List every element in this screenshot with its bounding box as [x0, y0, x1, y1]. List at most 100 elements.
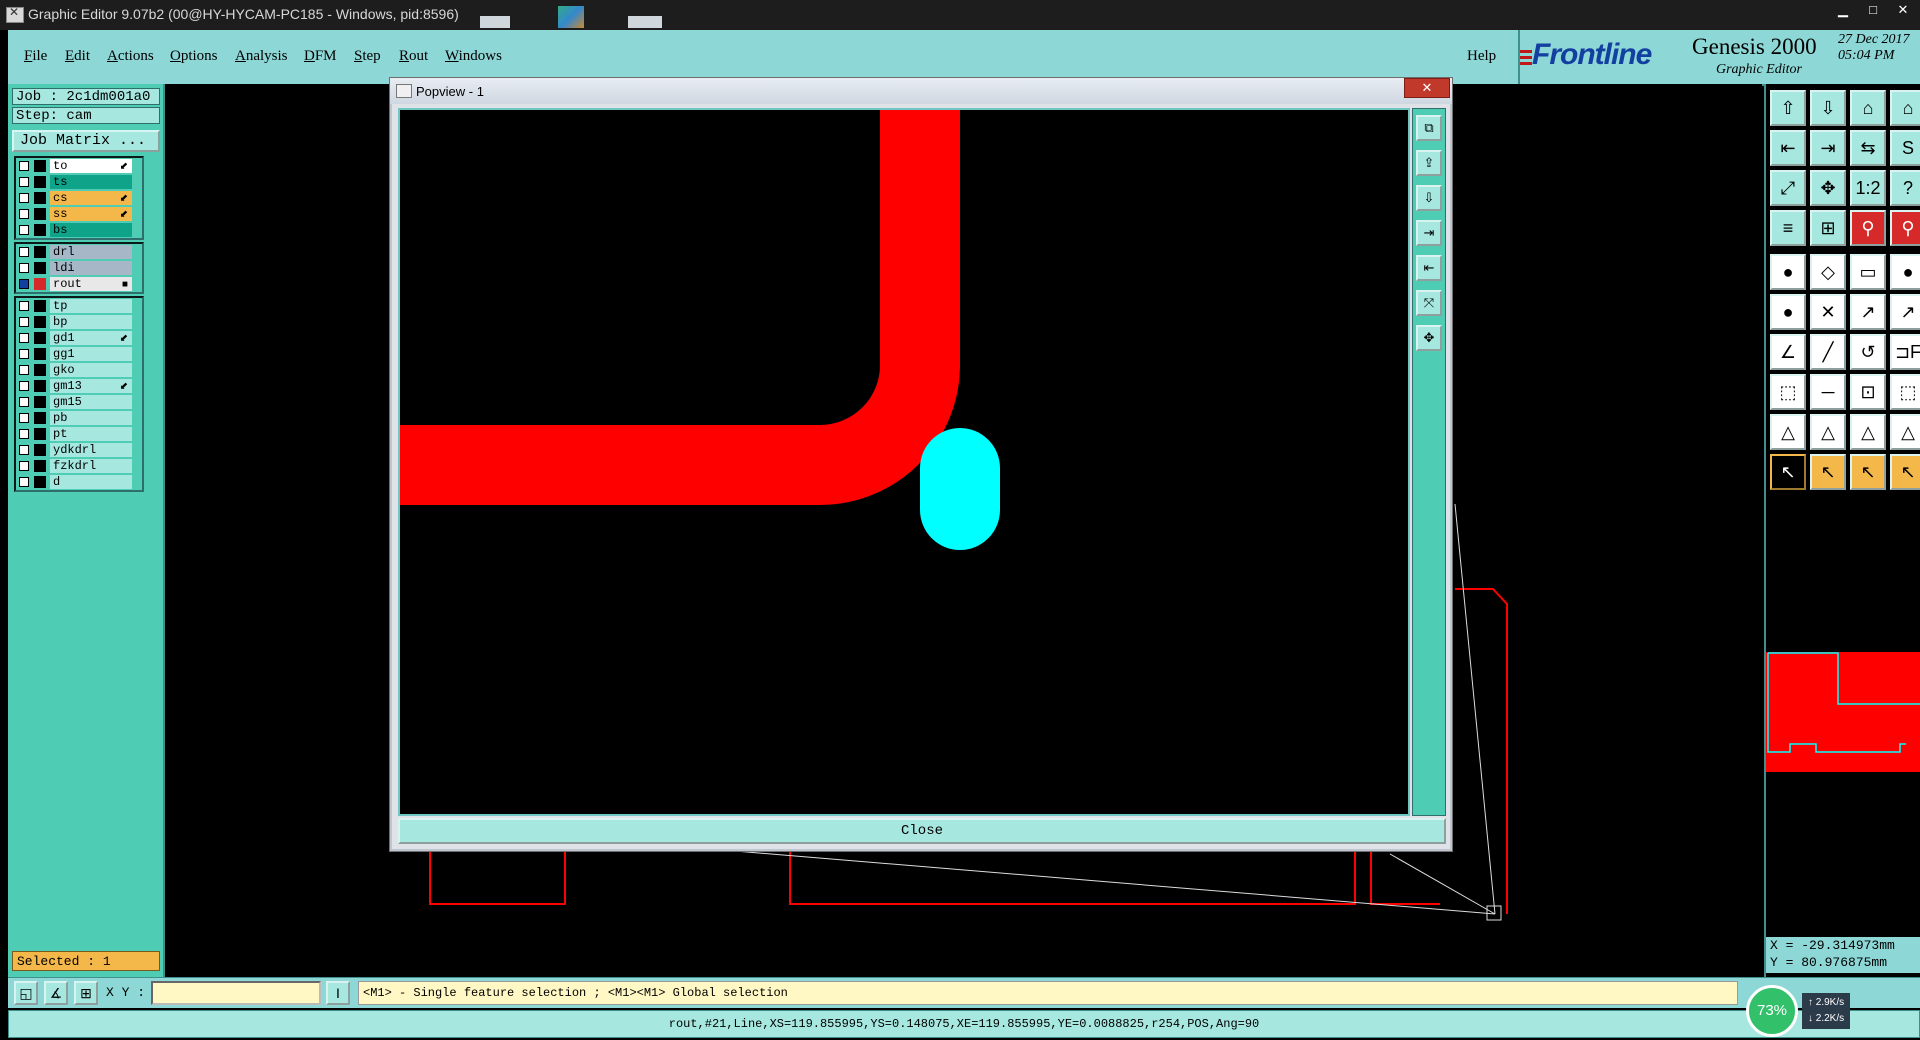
- layer-name[interactable]: d: [50, 475, 132, 489]
- tool-button-r4-c1[interactable]: ◇: [1810, 254, 1846, 290]
- layer-name[interactable]: bs: [50, 223, 132, 237]
- menu-step[interactable]: Step: [354, 48, 381, 65]
- layer-name[interactable]: cs ⬋: [50, 191, 132, 205]
- measure-icon[interactable]: ∡: [44, 981, 68, 1005]
- layer-name[interactable]: ldi: [50, 261, 132, 275]
- layer-checkbox[interactable]: [19, 161, 29, 171]
- tool-button-r1-c2[interactable]: ⇆: [1850, 130, 1886, 166]
- layer-name[interactable]: gd1 ⬋: [50, 331, 132, 345]
- layer-checkbox[interactable]: [19, 381, 29, 391]
- layer-row[interactable]: gm13 ⬋: [16, 378, 142, 394]
- layer-row[interactable]: ss ⬋: [16, 206, 142, 222]
- layer-row[interactable]: bs: [16, 222, 142, 238]
- tool-button-r3-c3[interactable]: ⚲: [1890, 210, 1920, 246]
- layer-checkbox[interactable]: [19, 349, 29, 359]
- layer-row[interactable]: d: [16, 474, 142, 490]
- tool-button-r5-c1[interactable]: ✕: [1810, 294, 1846, 330]
- popview-up-icon[interactable]: ⇪: [1416, 150, 1442, 176]
- tool-button-r1-c0[interactable]: ⇤: [1770, 130, 1806, 166]
- xy-input[interactable]: [151, 981, 321, 1005]
- menu-windows[interactable]: Windows: [445, 48, 502, 65]
- route-line-feature[interactable]: [400, 110, 960, 505]
- tool-button-r2-c2[interactable]: 1:2: [1850, 170, 1886, 206]
- layer-name[interactable]: gm13 ⬋: [50, 379, 132, 393]
- layer-row[interactable]: gko: [16, 362, 142, 378]
- popview-down-icon[interactable]: ⇩: [1416, 185, 1442, 211]
- tool-button-r7-c0[interactable]: ⬚: [1770, 374, 1806, 410]
- layer-row[interactable]: pt: [16, 426, 142, 442]
- layer-row[interactable]: gm15: [16, 394, 142, 410]
- layer-checkbox[interactable]: [19, 477, 29, 487]
- tool-button-r2-c1[interactable]: ✥: [1810, 170, 1846, 206]
- layer-checkbox[interactable]: [19, 413, 29, 423]
- layer-name[interactable]: ss ⬋: [50, 207, 132, 221]
- popview-canvas[interactable]: [398, 108, 1410, 816]
- tool-button-r9-c3[interactable]: ↖: [1890, 454, 1920, 490]
- menu-analysis[interactable]: Analysis: [235, 48, 288, 65]
- layer-checkbox[interactable]: [19, 397, 29, 407]
- layer-checkbox[interactable]: [19, 225, 29, 235]
- layer-checkbox[interactable]: [19, 177, 29, 187]
- tool-button-r8-c1[interactable]: △: [1810, 414, 1846, 450]
- layer-checkbox[interactable]: [19, 209, 29, 219]
- popview-left-icon[interactable]: ⇤: [1416, 255, 1442, 281]
- layer-checkbox[interactable]: [19, 461, 29, 471]
- layer-name[interactable]: rout ■: [50, 277, 132, 291]
- layer-checkbox[interactable]: [19, 445, 29, 455]
- layer-row[interactable]: to ⬋: [16, 158, 142, 174]
- layer-checkbox[interactable]: [19, 333, 29, 343]
- popview-pan-icon[interactable]: ✥: [1416, 325, 1442, 351]
- maximize-button[interactable]: □: [1858, 2, 1888, 20]
- tool-button-r4-c0[interactable]: ●: [1770, 254, 1806, 290]
- layer-row[interactable]: ydkdrl: [16, 442, 142, 458]
- tool-button-r7-c3[interactable]: ⬚: [1890, 374, 1920, 410]
- tool-button-r3-c0[interactable]: ≡: [1770, 210, 1806, 246]
- layer-checkbox[interactable]: [19, 429, 29, 439]
- tool-button-r3-c2[interactable]: ⚲: [1850, 210, 1886, 246]
- popview-close-x[interactable]: ✕: [1404, 78, 1450, 98]
- layer-row[interactable]: rout ■: [16, 276, 142, 292]
- tool-button-r2-c0[interactable]: ⤢: [1770, 170, 1806, 206]
- layer-name[interactable]: ydkdrl: [50, 443, 132, 457]
- tool-button-r1-c3[interactable]: S: [1890, 130, 1920, 166]
- tool-button-r8-c2[interactable]: △: [1850, 414, 1886, 450]
- close-button[interactable]: ✕: [1888, 2, 1918, 20]
- layer-checkbox[interactable]: [19, 365, 29, 375]
- tool-button-r7-c1[interactable]: ─: [1810, 374, 1846, 410]
- tool-button-r8-c0[interactable]: △: [1770, 414, 1806, 450]
- tool-button-r6-c1[interactable]: ╱: [1810, 334, 1846, 370]
- tool-button-r6-c3[interactable]: ⊐F: [1890, 334, 1920, 370]
- layer-name[interactable]: to ⬋: [50, 159, 132, 173]
- layer-row[interactable]: ldi: [16, 260, 142, 276]
- layer-checkbox[interactable]: [19, 193, 29, 203]
- popview-close-button[interactable]: Close: [398, 818, 1446, 844]
- tool-button-r9-c0[interactable]: ↖: [1770, 454, 1806, 490]
- tool-button-r0-c2[interactable]: ⌂: [1850, 90, 1886, 126]
- menu-rout[interactable]: Rout: [399, 48, 428, 65]
- layer-name[interactable]: pb: [50, 411, 132, 425]
- layer-checkbox[interactable]: [19, 263, 29, 273]
- tool-button-r5-c2[interactable]: ↗: [1850, 294, 1886, 330]
- popview-titlebar[interactable]: Popview - 1 ✕: [390, 78, 1452, 104]
- info-icon[interactable]: I: [326, 981, 350, 1005]
- tool-button-r0-c3[interactable]: ⌂: [1890, 90, 1920, 126]
- layer-row[interactable]: ts: [16, 174, 142, 190]
- job-matrix-button[interactable]: Job Matrix ...: [12, 130, 160, 152]
- layer-row[interactable]: fzkdrl: [16, 458, 142, 474]
- layer-checkbox[interactable]: [19, 317, 29, 327]
- menu-file[interactable]: File: [24, 48, 47, 65]
- layer-name[interactable]: tp: [50, 299, 132, 313]
- tool-button-r4-c3[interactable]: ●: [1890, 254, 1920, 290]
- tool-button-r9-c1[interactable]: ↖: [1810, 454, 1846, 490]
- grid-icon[interactable]: ⊞: [74, 981, 98, 1005]
- layer-row[interactable]: cs ⬋: [16, 190, 142, 206]
- tool-button-r9-c2[interactable]: ↖: [1850, 454, 1886, 490]
- layer-name[interactable]: gm15: [50, 395, 132, 409]
- layer-name[interactable]: fzkdrl: [50, 459, 132, 473]
- minimize-button[interactable]: ▁: [1828, 2, 1858, 20]
- tool-button-r5-c3[interactable]: ↗: [1890, 294, 1920, 330]
- layer-name[interactable]: pt: [50, 427, 132, 441]
- layer-checkbox[interactable]: [19, 247, 29, 257]
- layer-checkbox[interactable]: [19, 301, 29, 311]
- tool-button-r8-c3[interactable]: △: [1890, 414, 1920, 450]
